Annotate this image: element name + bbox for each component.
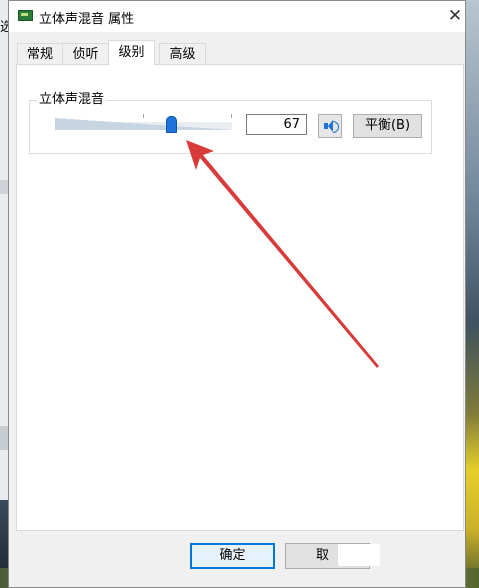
tab-listen[interactable]: 侦听 [62,43,109,64]
tab-advanced[interactable]: 高级 [159,43,206,64]
group-label: 立体声混音 [37,92,107,108]
slider-tick [231,114,232,118]
sound-wave-icon [333,121,339,133]
balance-button[interactable]: 平衡(B) [353,114,422,138]
slider-tick [143,114,144,118]
mute-button[interactable] [318,114,342,138]
close-button[interactable]: ✕ [445,5,465,27]
slider-thumb[interactable] [166,116,177,133]
volume-value-field[interactable]: 67 [246,114,307,135]
window-title: 立体声混音 属性 [39,12,135,27]
background-partial-text: 选 [0,20,8,35]
levels-tab-panel: 立体声混音 67 平衡(B) [16,64,464,531]
properties-dialog: 立体声混音 属性 ✕ 常规 侦听 级别 高级 立体声混音 67 平衡(B) 确定 [8,0,466,588]
title-bar: 立体声混音 属性 ✕ [9,1,465,32]
watermark-cover [338,544,380,566]
ok-button[interactable]: 确定 [190,543,275,569]
sound-card-icon [18,10,33,21]
slider-fill [55,118,232,130]
background-wallpaper-right [466,0,479,588]
volume-slider[interactable] [55,112,232,134]
background-list-item [0,180,8,194]
tab-general[interactable]: 常规 [17,43,63,64]
background-list-item [0,426,8,450]
tab-levels[interactable]: 级别 [108,40,155,65]
stereo-mix-group: 立体声混音 67 平衡(B) [29,92,432,154]
